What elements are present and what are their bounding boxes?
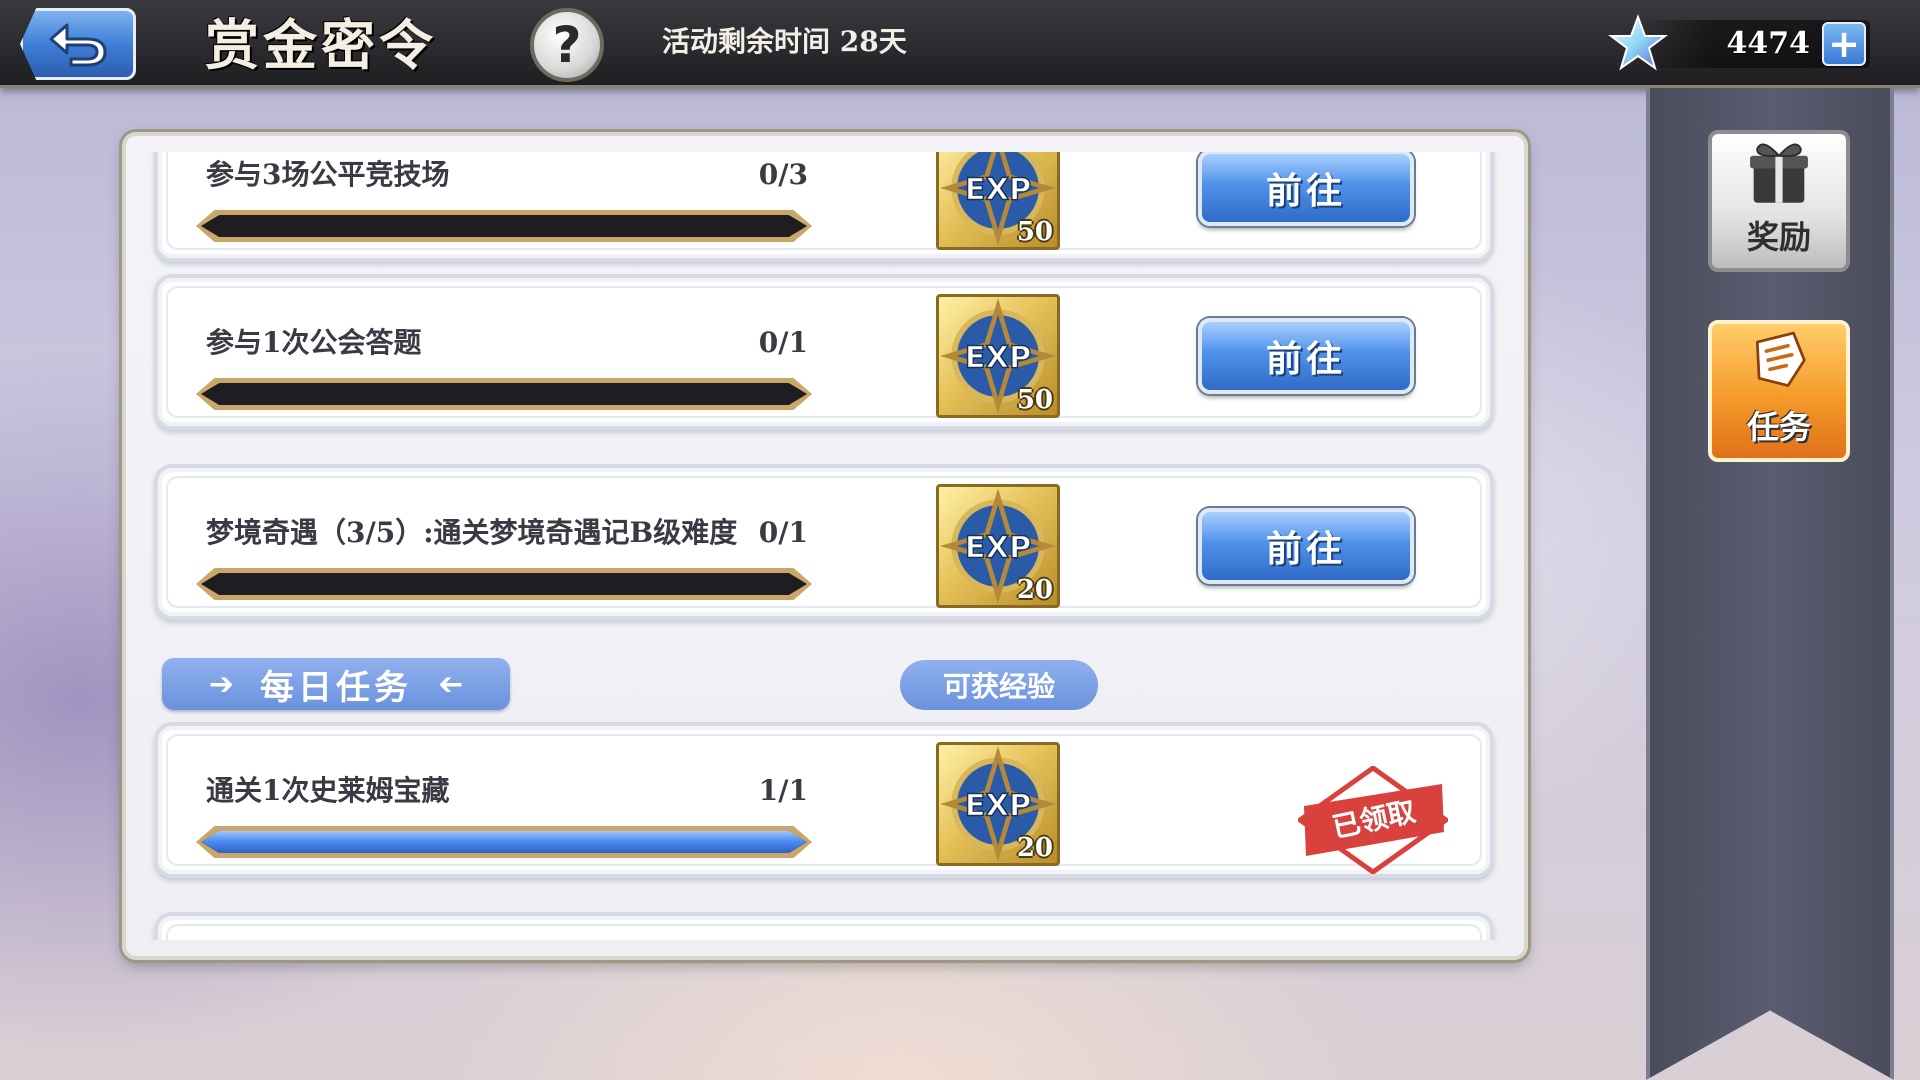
exp-badge-icon: EXP 50 xyxy=(936,294,1060,418)
go-button[interactable]: 前往 xyxy=(1198,318,1414,394)
currency-value: 4474 xyxy=(1726,26,1811,61)
exp-amount: 20 xyxy=(1016,833,1053,863)
add-currency-button[interactable]: + xyxy=(1822,22,1866,66)
task-name: 参与3场公平竞技场 xyxy=(206,158,450,191)
task-name: 梦境奇遇（3/5）:通关梦境奇遇记B级难度 xyxy=(206,516,738,549)
task-card: 通关1次史莱姆宝藏 1/1 EXP 20 已领取 xyxy=(154,722,1494,878)
reward-tab-button[interactable]: 奖励 xyxy=(1708,130,1850,272)
help-button[interactable]: ? xyxy=(530,8,604,82)
svg-text:EXP: EXP xyxy=(965,340,1032,375)
top-bar: 赏金密令 ? 活动剩余时间 28天 4474 + xyxy=(0,0,1920,88)
go-button[interactable]: 前往 xyxy=(1198,152,1414,226)
star-crystal-icon xyxy=(1608,14,1668,71)
gift-icon xyxy=(1750,143,1808,203)
task-scroll-icon xyxy=(1755,331,1806,387)
event-time-remaining: 活动剩余时间 28天 xyxy=(662,25,907,58)
task-progress-count: 0/1 xyxy=(758,516,808,549)
task-progress-count: 1/1 xyxy=(758,774,808,807)
daily-task-section-title: 每日任务 xyxy=(260,667,412,708)
task-card: 参与1次公会答题 0/1 EXP 50 前往 xyxy=(154,274,1494,430)
svg-text:EXP: EXP xyxy=(965,172,1032,207)
page-title: 赏金密令 xyxy=(205,13,437,77)
task-progress-bar xyxy=(196,378,812,410)
arrow-left-icon: ➔ xyxy=(434,666,464,702)
back-button[interactable] xyxy=(20,8,136,80)
task-progress-bar xyxy=(196,826,812,858)
task-card: 参与3场公平竞技场 0/3 EXP 50 前往 xyxy=(154,152,1494,262)
exp-badge-icon: EXP 20 xyxy=(936,742,1060,866)
back-arrow-icon xyxy=(49,23,107,67)
reward-tab-label: 奖励 xyxy=(1746,218,1811,256)
plus-icon: + xyxy=(1828,22,1860,66)
go-button[interactable]: 前往 xyxy=(1198,508,1414,584)
task-progress-bar xyxy=(196,568,812,600)
exp-badge-icon: EXP 20 xyxy=(936,484,1060,608)
claimed-stamp: 已领取 xyxy=(1297,765,1449,875)
svg-text:EXP: EXP xyxy=(965,788,1032,823)
task-card xyxy=(154,912,1494,940)
exp-badge-icon: EXP 50 xyxy=(936,152,1060,250)
task-name: 通关1次史莱姆宝藏 xyxy=(206,774,450,807)
task-progress-count: 0/1 xyxy=(758,326,808,359)
exp-amount: 50 xyxy=(1016,217,1053,247)
obtainable-exp-label: 可获经验 xyxy=(900,660,1098,710)
task-name: 参与1次公会答题 xyxy=(206,326,422,359)
exp-amount: 50 xyxy=(1016,385,1053,415)
task-list[interactable]: 参与3场公平竞技场 0/3 EXP 50 前往 参与1次公会答题 0/1 EXP xyxy=(148,152,1502,940)
task-progress-count: 0/3 xyxy=(758,158,808,191)
question-icon: ? xyxy=(552,16,582,74)
task-progress-bar xyxy=(196,210,812,242)
arrow-right-icon: ➔ xyxy=(208,666,238,702)
exp-amount: 20 xyxy=(1016,575,1053,605)
task-tab-label: 任务 xyxy=(1746,408,1811,446)
svg-text:EXP: EXP xyxy=(965,530,1032,565)
task-tab-button[interactable]: 任务 xyxy=(1708,320,1850,462)
task-card: 梦境奇遇（3/5）:通关梦境奇遇记B级难度 0/1 EXP 20 前往 xyxy=(154,464,1494,620)
daily-task-section-header: ➔ 每日任务 ➔ xyxy=(162,658,510,710)
